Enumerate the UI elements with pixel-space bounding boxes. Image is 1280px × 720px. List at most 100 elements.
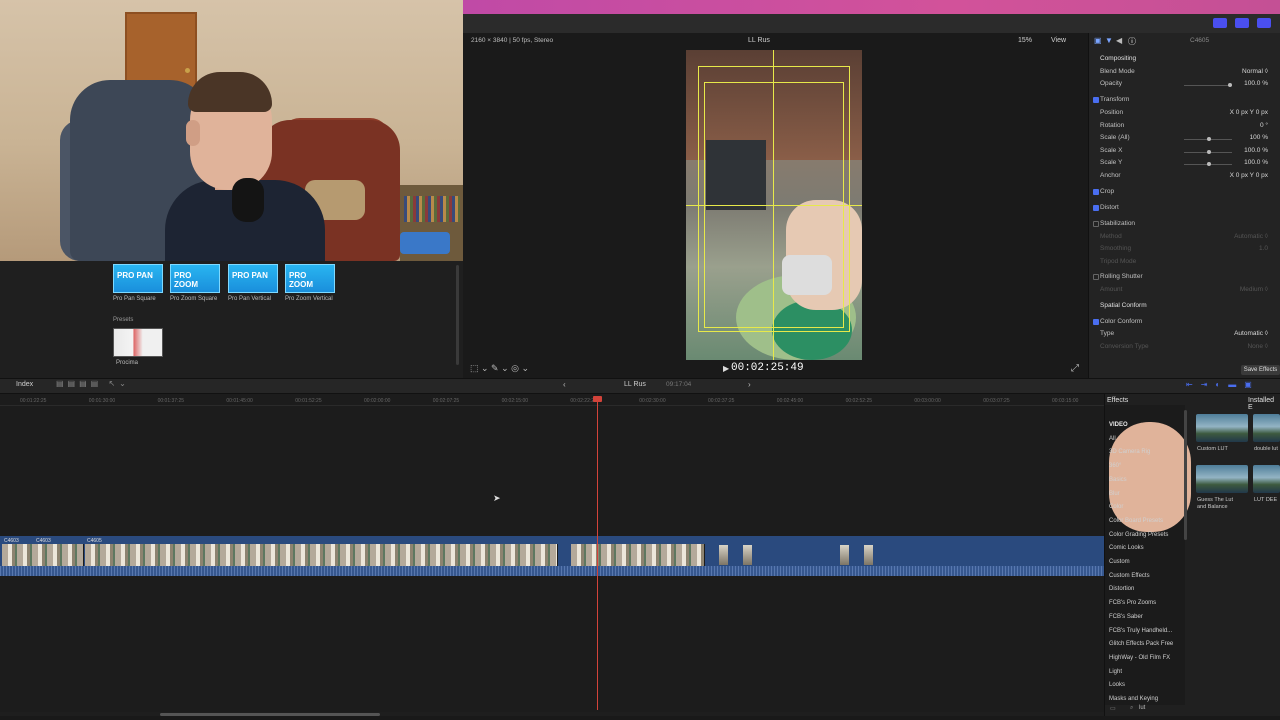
- category-item[interactable]: Glitch Effects Pack Free: [1109, 641, 1173, 647]
- effect-thumbnail[interactable]: [1196, 465, 1248, 493]
- slider-knob[interactable]: [1207, 137, 1211, 141]
- inspector-row[interactable]: Color Conform: [1093, 318, 1274, 330]
- inspector-row-value[interactable]: 1.0: [1259, 245, 1268, 252]
- inspector-row[interactable]: Transform: [1093, 96, 1274, 108]
- inspector-row[interactable]: Opacity 100.0 %: [1094, 80, 1274, 92]
- category-item[interactable]: 360°: [1109, 463, 1121, 469]
- view-menu[interactable]: View: [1051, 37, 1066, 44]
- inspector-row[interactable]: Distort: [1093, 204, 1274, 216]
- effect-item[interactable]: PRO PAN Pro Pan Vertical: [228, 264, 280, 303]
- effect-thumbnail[interactable]: PRO PAN: [228, 264, 278, 293]
- value-slider[interactable]: [1184, 162, 1232, 166]
- video-clip[interactable]: [85, 544, 558, 566]
- category-item[interactable]: Color Board Presets: [1109, 518, 1163, 524]
- inspector-row[interactable]: Stabilization: [1093, 220, 1274, 232]
- inspector-row-value[interactable]: None ◊: [1247, 343, 1268, 350]
- category-item[interactable]: Color: [1109, 504, 1123, 510]
- inspector-row[interactable]: Scale Y 100.0 %: [1094, 159, 1274, 171]
- effect-item[interactable]: PRO ZOOM Pro Zoom Square: [170, 264, 222, 303]
- effect-thumbnail[interactable]: [1196, 414, 1248, 442]
- category-item[interactable]: Distortion: [1109, 586, 1134, 592]
- checkbox[interactable]: [1093, 221, 1099, 227]
- video-clip[interactable]: [840, 545, 849, 565]
- inspector-row-value[interactable]: 0 °: [1260, 122, 1268, 129]
- value-slider[interactable]: [1184, 137, 1232, 141]
- inspector-row[interactable]: Scale (All) 100 %: [1094, 134, 1274, 146]
- project-title[interactable]: LL Rus: [624, 381, 646, 388]
- effect-item[interactable]: PRO ZOOM Pro Zoom Vertical: [285, 264, 337, 303]
- effect-thumbnail[interactable]: [1253, 414, 1280, 442]
- fullscreen-icon[interactable]: ⤢: [1071, 363, 1079, 374]
- color-inspector-icon[interactable]: ▼: [1105, 36, 1113, 45]
- inspector-row[interactable]: Type Automatic ◊: [1094, 330, 1274, 342]
- inspector-row[interactable]: Crop: [1093, 188, 1274, 200]
- value-slider[interactable]: [1184, 150, 1232, 154]
- audio-inspector-icon[interactable]: ◀: [1116, 36, 1122, 45]
- inspector-row-value[interactable]: Normal ◊: [1242, 68, 1268, 75]
- category-item[interactable]: Looks: [1109, 682, 1125, 688]
- effect-thumbnail[interactable]: PRO ZOOM: [170, 264, 220, 293]
- category-item[interactable]: 3D Camera Rig: [1109, 449, 1150, 455]
- installed-effects-dropdown[interactable]: Installed E: [1248, 397, 1280, 411]
- checkbox[interactable]: [1093, 274, 1099, 280]
- inspector-row-value[interactable]: X 0 px Y 0 px: [1230, 109, 1268, 116]
- category-item[interactable]: Comic Looks: [1109, 545, 1144, 551]
- back-icon[interactable]: ‹: [563, 380, 566, 389]
- video-clip[interactable]: [571, 544, 705, 566]
- category-item[interactable]: HighWay - Old Film FX: [1109, 655, 1170, 661]
- category-item[interactable]: Masks and Keying: [1109, 696, 1158, 702]
- timeline-view-icons[interactable]: ▤▤▤▤ ↖⌄: [56, 379, 130, 388]
- inspector-row-value[interactable]: Automatic ◊: [1234, 330, 1268, 337]
- inspector-row-value[interactable]: Automatic ◊: [1234, 233, 1268, 240]
- timeline-tools-icons[interactable]: ⇤⇥◐▬▣: [1186, 380, 1260, 389]
- effect-thumbnail[interactable]: PRO PAN: [113, 264, 163, 293]
- info-icon[interactable]: ⓘ: [1128, 36, 1136, 47]
- category-item[interactable]: Custom Effects: [1109, 573, 1150, 579]
- category-item[interactable]: Light: [1109, 669, 1122, 675]
- slider-knob[interactable]: [1207, 150, 1211, 154]
- inspector-row[interactable]: Rolling Shutter: [1093, 273, 1274, 285]
- video-frame[interactable]: [686, 50, 862, 360]
- inspector-row[interactable]: Blend Mode Normal ◊: [1094, 68, 1274, 80]
- layout-icon[interactable]: [1213, 18, 1227, 28]
- effects-search-field[interactable]: ▭ ⌕ lut: [1106, 705, 1276, 715]
- video-clip[interactable]: [2, 544, 84, 566]
- video-inspector-icon[interactable]: ▣: [1094, 36, 1102, 45]
- inspector-row[interactable]: Spatial Conform: [1094, 302, 1274, 314]
- category-item[interactable]: Color Grading Presets: [1109, 532, 1168, 538]
- checkbox[interactable]: [1093, 189, 1099, 195]
- category-item[interactable]: Blur: [1109, 491, 1120, 497]
- inspector-row-value[interactable]: 100 %: [1250, 134, 1268, 141]
- checkbox[interactable]: [1093, 205, 1099, 211]
- category-item[interactable]: Basics: [1109, 477, 1127, 483]
- save-effects-button[interactable]: Save Effects: [1241, 365, 1280, 375]
- inspector-row[interactable]: Rotation 0 °: [1094, 122, 1274, 134]
- video-clip[interactable]: [864, 545, 873, 565]
- index-button[interactable]: Index: [16, 381, 33, 388]
- slider-knob[interactable]: [1227, 83, 1232, 87]
- inspector-row-value[interactable]: Medium ◊: [1240, 286, 1268, 293]
- zoom-dropdown[interactable]: 15%: [1018, 37, 1032, 44]
- toggle-icon[interactable]: ▭: [1110, 705, 1116, 712]
- transform-tools-icon[interactable]: ⬚ ⌄ ✎ ⌄ ◎ ⌄: [470, 363, 529, 374]
- effect-thumbnail[interactable]: PRO ZOOM: [285, 264, 335, 293]
- preset-thumbnail[interactable]: [113, 328, 163, 357]
- checkbox[interactable]: [1093, 97, 1099, 103]
- effect-item[interactable]: PRO PAN Pro Pan Square: [113, 264, 165, 303]
- inspector-row[interactable]: Compositing: [1094, 55, 1274, 67]
- inspector-row-value[interactable]: 100.0 %: [1244, 159, 1268, 166]
- inspector-row[interactable]: Anchor X 0 px Y 0 px: [1094, 172, 1274, 184]
- value-slider[interactable]: [1184, 83, 1232, 87]
- category-item[interactable]: All: [1109, 436, 1116, 442]
- playhead[interactable]: [597, 398, 598, 710]
- inspector-row-value[interactable]: X 0 px Y 0 px: [1230, 172, 1268, 179]
- inspector-row[interactable]: Scale X 100.0 %: [1094, 147, 1274, 159]
- category-item[interactable]: Custom: [1109, 559, 1130, 565]
- layout-icon[interactable]: [1257, 18, 1271, 28]
- effect-thumbnail[interactable]: [1253, 465, 1280, 493]
- video-clip[interactable]: [719, 545, 728, 565]
- inspector-row[interactable]: Position X 0 px Y 0 px: [1094, 109, 1274, 121]
- layout-icon[interactable]: [1235, 18, 1249, 28]
- video-clip[interactable]: [743, 545, 752, 565]
- scrollbar[interactable]: [456, 265, 459, 365]
